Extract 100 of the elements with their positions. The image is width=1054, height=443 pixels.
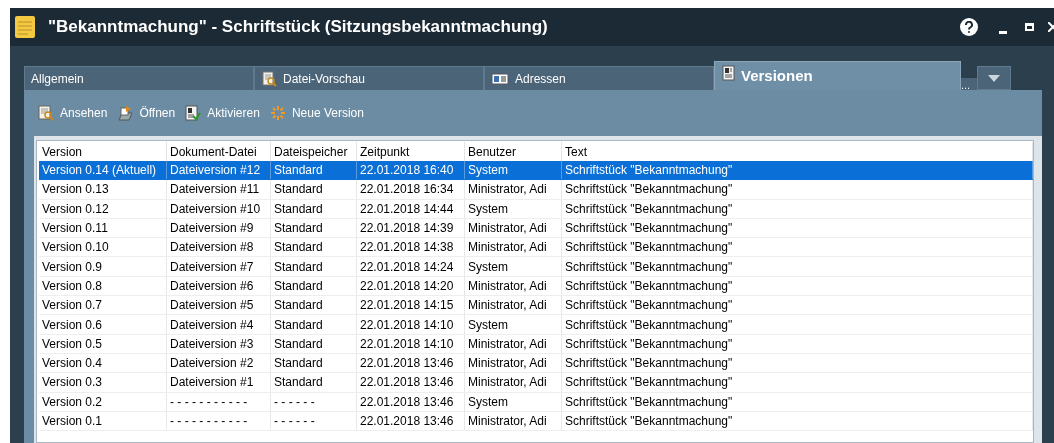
table-row[interactable]: Version 0.5 Dateiversion #3 Standard 22.01.2018 14:10 Ministrator, Adi Schriftstück "Bekanntmachung": [39, 334, 1033, 354]
table-cell: Ministrator, Adi: [465, 334, 562, 353]
table-row[interactable]: Version 0.10 Dateiversion #8 Standard 22.01.2018 14:38 Ministrator, Adi Schriftstück "Bekanntmachung": [39, 238, 1033, 258]
table-cell: Ministrator, Adi: [465, 296, 562, 315]
table-cell: Schriftstück "Bekanntmachung": [562, 257, 1033, 276]
table-cell: Dateiversion #11: [167, 180, 271, 199]
table-row[interactable]: Version 0.11 Dateiversion #9 Standard 22.01.2018 14:39 Ministrator, Adi Schriftstück "Bekanntmachung": [39, 218, 1033, 239]
tab-dropdown-button[interactable]: [977, 66, 1011, 90]
table-cell: 22.01.2018 14:39: [357, 218, 465, 238]
table-cell: System: [465, 392, 562, 411]
toolbar-button[interactable]: Aktivieren: [185, 102, 260, 124]
document-magnifier-icon: [261, 70, 277, 87]
table-cell: Version 0.3: [39, 373, 167, 392]
tab[interactable]: Datei-Vorschau: [254, 66, 484, 90]
table-cell: Version 0.9: [39, 257, 167, 276]
id-card-icon: [491, 71, 509, 86]
table-cell: 22.01.2018 13:46: [357, 353, 465, 373]
table-row[interactable]: Version 0.14 (Aktuell) Dateiversion #12 Standard 22.01.2018 16:40 System Schriftstück "Bekanntmachung": [39, 161, 1033, 181]
table-cell: Dateiversion #5: [167, 296, 271, 315]
table-cell: 22.01.2018 14:15: [357, 296, 465, 315]
table-cell: Standard: [271, 180, 357, 199]
table-cell: Schriftstück "Bekanntmachung": [562, 334, 1033, 353]
document-icon: [721, 65, 737, 81]
table-cell: Ministrator, Adi: [465, 238, 562, 257]
table-cell: Standard: [271, 276, 357, 296]
table-cell: System: [465, 257, 562, 276]
table-cell: Dateiversion #7: [167, 257, 271, 276]
table-row[interactable]: Version 0.8 Dateiversion #6 Standard 22.01.2018 14:20 Ministrator, Adi Schriftstück "Bekanntmachung": [39, 276, 1033, 297]
toolbar-button[interactable]: Öffnen: [117, 102, 176, 124]
table-cell: System: [465, 199, 562, 218]
table-cell: Ministrator, Adi: [465, 180, 562, 199]
table-cell: Standard: [271, 238, 357, 257]
window-title: "Bekanntmachung" - Schriftstück (Sitzungsbekanntmachung): [48, 16, 548, 39]
table-cell: Ministrator, Adi: [465, 276, 562, 296]
toolbar-button[interactable]: Neue Version: [269, 102, 364, 124]
help-button[interactable]: [960, 18, 978, 36]
sparkle-icon: [269, 105, 286, 121]
table-cell: Schriftstück "Bekanntmachung": [562, 161, 1033, 180]
close-icon: [1048, 22, 1054, 32]
close-button[interactable]: [1048, 20, 1054, 34]
table-cell: Standard: [271, 296, 357, 315]
table-cell: Standard: [271, 257, 357, 276]
table-cell: Dateiversion #1: [167, 373, 271, 392]
tab[interactable]: Allgemein: [24, 66, 254, 90]
table-row[interactable]: Version 0.1 - - - - - - - - - - - - - - - - - 22.01.2018 13:46 Ministrator, Adi Schriftstück "Bekanntmachung": [39, 411, 1033, 432]
table-cell: Ministrator, Adi: [465, 373, 562, 392]
table-cell: System: [465, 161, 562, 180]
table-cell: Version 0.10: [39, 238, 167, 257]
table-cell: Version 0.6: [39, 315, 167, 334]
table-cell: 22.01.2018 16:34: [357, 180, 465, 199]
table-cell: Standard: [271, 334, 357, 353]
table-cell: - - - - - -: [271, 392, 357, 411]
table-cell: 22.01.2018 14:38: [357, 238, 465, 257]
tab[interactable]: Adressen: [484, 66, 714, 90]
table-cell: Version 0.14 (Aktuell): [39, 161, 167, 180]
table-cell: 22.01.2018 13:46: [357, 392, 465, 411]
table-cell: Schriftstück "Bekanntmachung": [562, 392, 1033, 411]
table-cell: Schriftstück "Bekanntmachung": [562, 411, 1033, 431]
table-cell: Version 0.8: [39, 276, 167, 296]
table-cell: Schriftstück "Bekanntmachung": [562, 218, 1033, 238]
table-cell: System: [465, 315, 562, 334]
table-cell: Schriftstück "Bekanntmachung": [562, 199, 1033, 218]
toolbar-button[interactable]: Ansehen: [38, 102, 108, 124]
document-arrow-icon: [117, 105, 134, 121]
maximize-button[interactable]: [1022, 20, 1036, 34]
table-cell: Schriftstück "Bekanntmachung": [562, 180, 1033, 199]
table-row[interactable]: Version 0.6 Dateiversion #4 Standard 22.01.2018 14:10 System Schriftstück "Bekanntmachung": [39, 315, 1033, 335]
table-cell: - - - - - -: [271, 411, 357, 431]
table-row[interactable]: Version 0.2 - - - - - - - - - - - - - - - - - 22.01.2018 13:46 System Schriftstück "Bekanntmachung": [39, 392, 1033, 412]
table-cell: Dateiversion #9: [167, 218, 271, 238]
more-tabs-button[interactable]: ...: [961, 78, 977, 90]
table-cell: Standard: [271, 353, 357, 373]
table-cell: Version 0.7: [39, 296, 167, 315]
table-row[interactable]: Version 0.3 Dateiversion #1 Standard 22.01.2018 13:46 Ministrator, Adi Schriftstück "Bekanntmachung": [39, 373, 1033, 393]
table-cell: Version 0.12: [39, 199, 167, 218]
table-row[interactable]: Version 0.7 Dateiversion #5 Standard 22.01.2018 14:15 Ministrator, Adi Schriftstück "Bekanntmachung": [39, 296, 1033, 316]
document-check-icon: [185, 105, 202, 121]
table-cell: Schriftstück "Bekanntmachung": [562, 353, 1033, 373]
table-cell: 22.01.2018 13:46: [357, 411, 465, 431]
table-cell: 22.01.2018 14:44: [357, 199, 465, 218]
table-row[interactable]: Version 0.9 Dateiversion #7 Standard 22.01.2018 14:24 System Schriftstück "Bekanntmachung": [39, 257, 1033, 277]
table-cell: 22.01.2018 13:46: [357, 373, 465, 392]
document-magnifier-icon: [38, 105, 54, 121]
table-cell: Dateiversion #4: [167, 315, 271, 334]
table-row[interactable]: Version 0.13 Dateiversion #11 Standard 22.01.2018 16:34 Ministrator, Adi Schriftstück "Bekanntmachung": [39, 180, 1033, 200]
table-cell: Ministrator, Adi: [465, 353, 562, 373]
table-row[interactable]: Version 0.12 Dateiversion #10 Standard 22.01.2018 14:44 System Schriftstück "Bekanntmachung": [39, 199, 1033, 219]
table-cell: Standard: [271, 218, 357, 238]
table-cell: 22.01.2018 14:24: [357, 257, 465, 276]
table-cell: Schriftstück "Bekanntmachung": [562, 238, 1033, 257]
help-icon: [964, 21, 974, 33]
table-cell: 22.01.2018 14:10: [357, 315, 465, 334]
table-cell: Schriftstück "Bekanntmachung": [562, 276, 1033, 296]
table-cell: 22.01.2018 16:40: [357, 161, 465, 180]
table-cell: 22.01.2018 14:10: [357, 334, 465, 353]
table-cell: Dateiversion #8: [167, 238, 271, 257]
table-cell: Dateiversion #12: [167, 161, 271, 180]
table-cell: Standard: [271, 373, 357, 392]
table-row[interactable]: Version 0.4 Dateiversion #2 Standard 22.01.2018 13:46 Ministrator, Adi Schriftstück "Bekanntmachung": [39, 353, 1033, 374]
table-cell: - - - - - - - - - - -: [167, 411, 271, 431]
